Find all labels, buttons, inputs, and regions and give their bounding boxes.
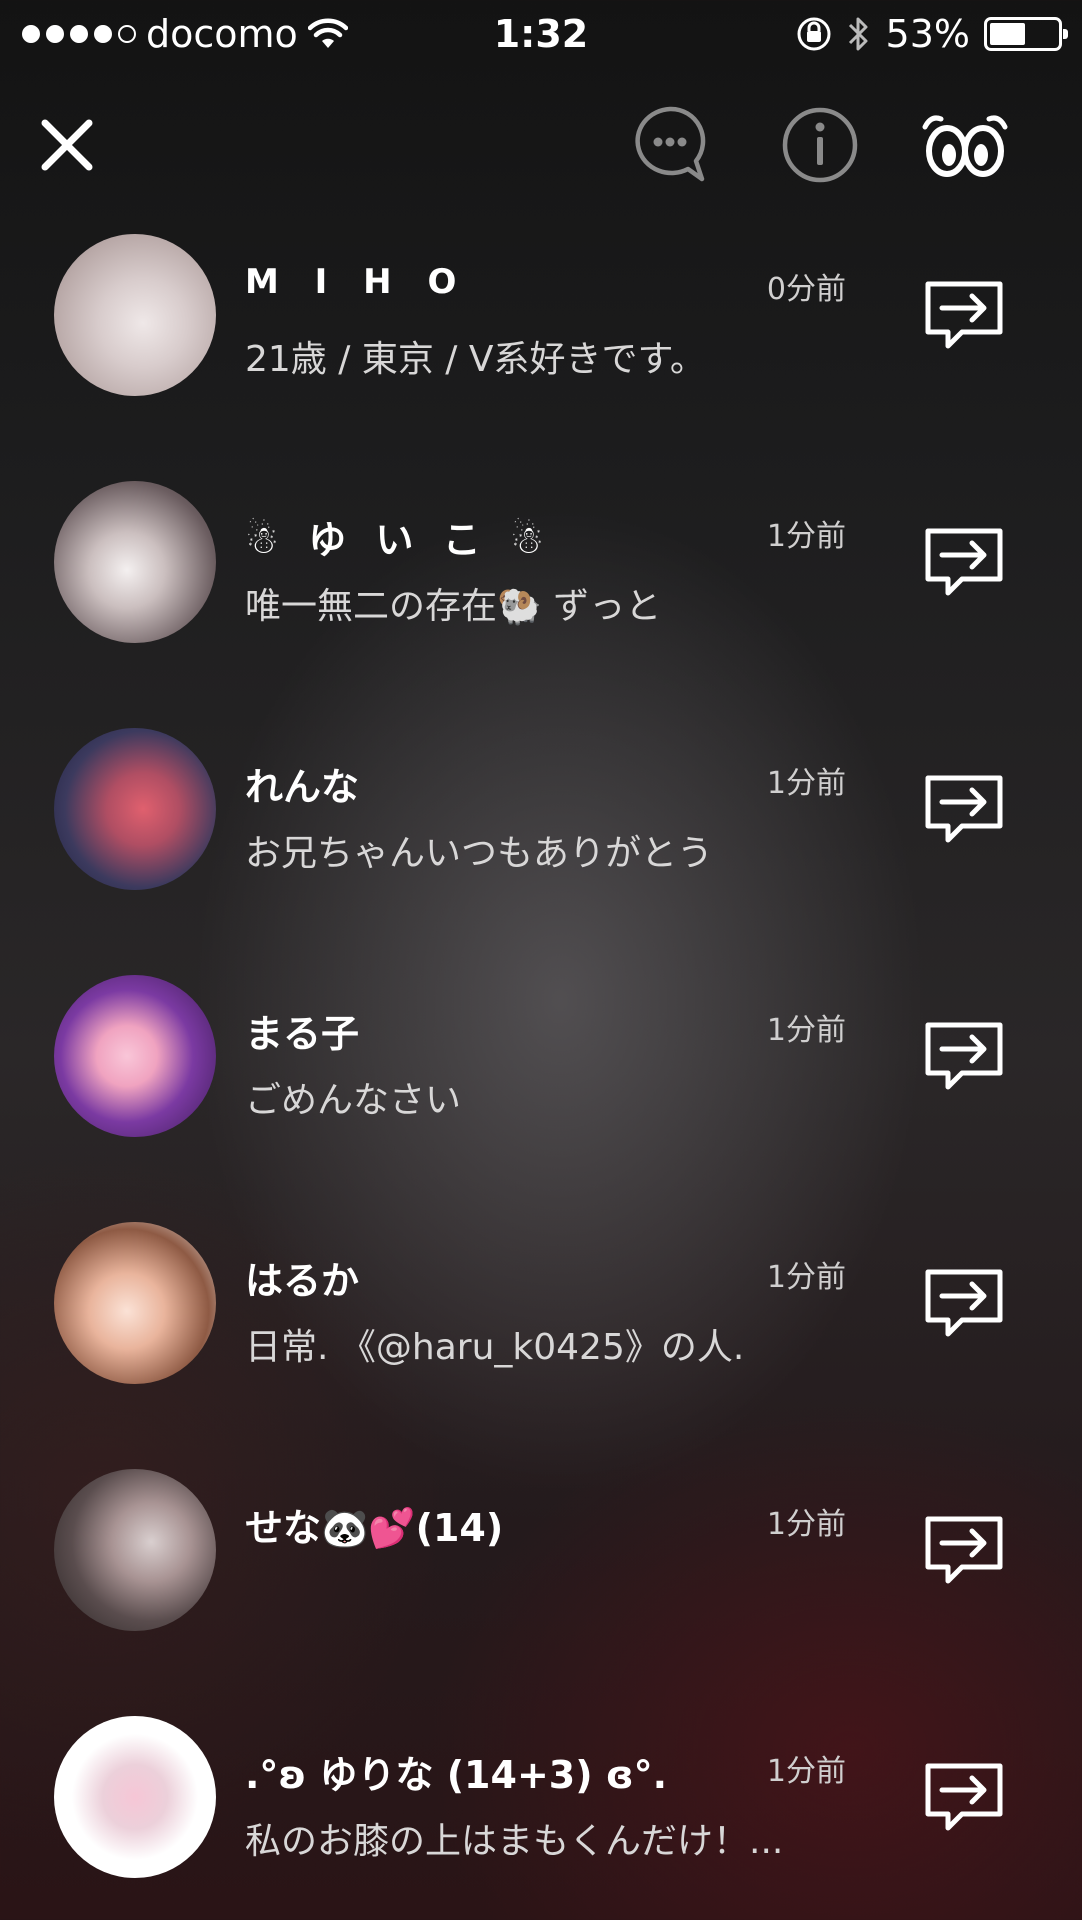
user-message: 日常. 《@haru_k0425》の人.	[245, 1327, 745, 1368]
user-name: れんな	[245, 765, 360, 809]
list-item[interactable]: はるか 1分前 日常. 《@haru_k0425》の人.	[0, 1210, 1082, 1457]
send-message-icon[interactable]	[922, 274, 1006, 358]
last-active-time: 1分前	[766, 1013, 846, 1048]
user-message: 私のお膝の上はまもくんだけ！...	[245, 1821, 784, 1862]
send-message-icon[interactable]	[922, 521, 1006, 605]
list-item[interactable]: .°ʚ ゆりな (14+3) ɞ°. 1分前 私のお膝の上はまもくんだけ！...	[0, 1704, 1082, 1920]
chat-bubble-icon	[635, 106, 706, 182]
close-button[interactable]	[22, 100, 112, 190]
user-name: まる子	[245, 1012, 360, 1056]
avatar[interactable]	[54, 1222, 216, 1384]
battery-percent: 53%	[885, 12, 970, 56]
last-active-time: 1分前	[766, 1507, 846, 1542]
user-list: M I H O 0分前 21歳 / 東京 / V系好きです。 ☃ ゆ い こ ☃…	[0, 222, 1082, 1920]
avatar[interactable]	[54, 234, 216, 396]
user-message: 21歳 / 東京 / V系好きです。	[245, 339, 706, 380]
user-name: M I H O	[245, 262, 469, 302]
send-message-icon[interactable]	[922, 1015, 1006, 1099]
avatar[interactable]	[54, 728, 216, 890]
bluetooth-icon	[848, 17, 868, 51]
user-message: お兄ちゃんいつもありがとう	[245, 833, 714, 874]
info-icon	[782, 107, 858, 183]
rotation-lock-icon	[797, 17, 831, 51]
last-active-time: 1分前	[766, 1260, 846, 1295]
avatar[interactable]	[54, 1716, 216, 1878]
user-message: ごめんなさい	[245, 1080, 462, 1121]
send-message-icon[interactable]	[922, 1509, 1006, 1593]
last-active-time: 1分前	[766, 1754, 846, 1789]
last-active-time: 0分前	[766, 272, 846, 307]
avatar[interactable]	[54, 1469, 216, 1631]
user-name: ☃ ゆ い こ ☃	[245, 518, 553, 562]
eyes-icon	[922, 115, 1008, 177]
top-bar	[0, 90, 1082, 200]
user-name: .°ʚ ゆりな (14+3) ɞ°.	[245, 1753, 668, 1797]
last-active-time: 1分前	[766, 519, 846, 554]
list-item[interactable]: ☃ ゆ い こ ☃ 1分前 唯一無二の存在🐏 ずっと	[0, 469, 1082, 716]
send-message-icon[interactable]	[922, 1756, 1006, 1840]
list-item[interactable]: れんな 1分前 お兄ちゃんいつもありがとう	[0, 716, 1082, 963]
battery-fill	[990, 23, 1025, 45]
status-bar: docomo 1:32 53%	[0, 0, 1082, 70]
user-message: 唯一無二の存在🐏 ずっと	[245, 586, 662, 627]
send-message-icon[interactable]	[922, 768, 1006, 852]
chat-button[interactable]	[625, 100, 715, 190]
list-item[interactable]: M I H O 0分前 21歳 / 東京 / V系好きです。	[0, 222, 1082, 469]
close-icon	[41, 119, 93, 171]
list-item[interactable]: まる子 1分前 ごめんなさい	[0, 963, 1082, 1210]
user-name: はるか	[245, 1259, 360, 1303]
eyes-button[interactable]	[920, 100, 1010, 190]
send-message-icon[interactable]	[922, 1262, 1006, 1346]
battery-icon	[984, 17, 1068, 51]
info-button[interactable]	[775, 100, 865, 190]
avatar[interactable]	[54, 481, 216, 643]
user-name: せな🐼💕(14)	[245, 1506, 504, 1550]
last-active-time: 1分前	[766, 766, 846, 801]
avatar[interactable]	[54, 975, 216, 1137]
list-item[interactable]: せな🐼💕(14) 1分前	[0, 1457, 1082, 1704]
status-right: 53%	[796, 12, 1068, 56]
